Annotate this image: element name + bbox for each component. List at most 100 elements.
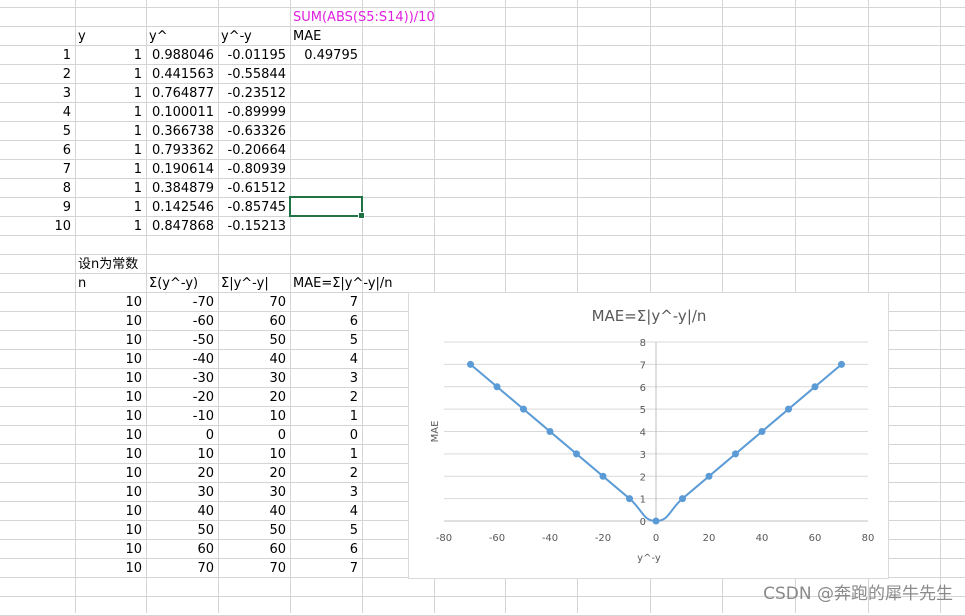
cell-n[interactable]: 10 <box>75 502 142 521</box>
cell-mae[interactable]: 6 <box>290 540 358 559</box>
cell-y[interactable]: 1 <box>75 84 142 103</box>
cell-y[interactable]: 1 <box>75 198 142 217</box>
row-index[interactable]: 3 <box>0 84 71 103</box>
cell-abs[interactable]: 20 <box>218 464 286 483</box>
cell-y[interactable]: 1 <box>75 141 142 160</box>
cell-diff[interactable]: -0.55844 <box>218 65 286 84</box>
cell-mae[interactable]: 4 <box>290 350 358 369</box>
cell-sum[interactable]: 40 <box>146 502 214 521</box>
header-y[interactable]: y <box>78 27 146 46</box>
selected-cell[interactable] <box>289 196 365 219</box>
cell-diff[interactable]: -0.80939 <box>218 160 286 179</box>
cell-sum[interactable]: -20 <box>146 388 214 407</box>
cell-yhat[interactable]: 0.441563 <box>146 65 214 84</box>
cell-y[interactable]: 1 <box>75 46 142 65</box>
cell-mae[interactable]: 4 <box>290 502 358 521</box>
cell-sum[interactable]: -60 <box>146 312 214 331</box>
cell-n[interactable]: 10 <box>75 350 142 369</box>
cell-n[interactable]: 10 <box>75 293 142 312</box>
cell-diff[interactable]: -0.85745 <box>218 198 286 217</box>
row-index[interactable]: 4 <box>0 103 71 122</box>
cell-abs[interactable]: 70 <box>218 559 286 578</box>
cell-yhat[interactable]: 0.764877 <box>146 84 214 103</box>
row-index[interactable]: 5 <box>0 122 71 141</box>
row-index[interactable]: 10 <box>0 217 71 236</box>
cell-n[interactable]: 10 <box>75 331 142 350</box>
cell-abs[interactable]: 30 <box>218 483 286 502</box>
cell-yhat[interactable]: 0.190614 <box>146 160 214 179</box>
cell-sum[interactable]: 20 <box>146 464 214 483</box>
cell-n[interactable]: 10 <box>75 407 142 426</box>
mae-chart[interactable]: 0 1 2 3 4 5 6 7 8 -80 -60 -40 -20 0 20 40 60 80 MAE=Σ|y^-y… <box>408 292 889 579</box>
cell-sum[interactable]: 30 <box>146 483 214 502</box>
cell-sum[interactable]: -30 <box>146 369 214 388</box>
fill-handle[interactable] <box>358 212 365 219</box>
cell-yhat[interactable]: 0.793362 <box>146 141 214 160</box>
cell-abs[interactable]: 40 <box>218 350 286 369</box>
cell-n[interactable]: 10 <box>75 369 142 388</box>
cell-mae[interactable]: 0 <box>290 426 358 445</box>
cell-y[interactable]: 1 <box>75 122 142 141</box>
cell-mae[interactable]: 6 <box>290 312 358 331</box>
cell-sum[interactable]: 10 <box>146 445 214 464</box>
cell-diff[interactable]: -0.23512 <box>218 84 286 103</box>
cell-abs[interactable]: 50 <box>218 331 286 350</box>
header-sum[interactable]: Σ(y^-y) <box>149 274 218 293</box>
cell-sum[interactable]: 50 <box>146 521 214 540</box>
cell-abs[interactable]: 0 <box>218 426 286 445</box>
table2-caption[interactable]: 设n为常数 <box>78 255 146 274</box>
cell-diff[interactable]: -0.89999 <box>218 103 286 122</box>
formula-note[interactable]: SUM(ABS(S5:S14))/10 <box>293 8 435 27</box>
cell-diff[interactable]: -0.20664 <box>218 141 286 160</box>
header-diff[interactable]: y^-y <box>221 27 290 46</box>
cell-yhat[interactable]: 0.142546 <box>146 198 214 217</box>
row-index[interactable]: 9 <box>0 198 71 217</box>
cell-mae[interactable]: 7 <box>290 293 358 312</box>
cell-diff[interactable]: -0.61512 <box>218 179 286 198</box>
cell-sum[interactable]: -50 <box>146 331 214 350</box>
cell-sum[interactable]: 60 <box>146 540 214 559</box>
header-abs[interactable]: Σ|y^-y| <box>221 274 290 293</box>
row-index[interactable]: 7 <box>0 160 71 179</box>
cell-diff[interactable]: -0.01195 <box>218 46 286 65</box>
cell-y[interactable]: 1 <box>75 65 142 84</box>
cell-mae[interactable]: 1 <box>290 407 358 426</box>
cell-sum[interactable]: 70 <box>146 559 214 578</box>
cell-abs[interactable]: 50 <box>218 521 286 540</box>
cell-yhat[interactable]: 0.384879 <box>146 179 214 198</box>
cell-n[interactable]: 10 <box>75 483 142 502</box>
cell-n[interactable]: 10 <box>75 559 142 578</box>
cell-n[interactable]: 10 <box>75 540 142 559</box>
header-mae[interactable]: MAE <box>293 27 362 46</box>
row-index[interactable]: 8 <box>0 179 71 198</box>
row-index[interactable]: 6 <box>0 141 71 160</box>
cell-abs[interactable]: 40 <box>218 502 286 521</box>
cell-mae[interactable]: 2 <box>290 388 358 407</box>
cell-sum[interactable]: -40 <box>146 350 214 369</box>
cell-abs[interactable]: 60 <box>218 540 286 559</box>
cell-diff[interactable]: -0.63326 <box>218 122 286 141</box>
row-index[interactable]: 1 <box>0 46 71 65</box>
cell-n[interactable]: 10 <box>75 445 142 464</box>
cell-mae[interactable]: 2 <box>290 464 358 483</box>
cell-mae[interactable]: 1 <box>290 445 358 464</box>
cell-sum[interactable]: 0 <box>146 426 214 445</box>
header-n[interactable]: n <box>78 274 146 293</box>
cell-mae-value[interactable]: 0.49795 <box>290 46 358 65</box>
cell-y[interactable]: 1 <box>75 160 142 179</box>
cell-abs[interactable]: 10 <box>218 407 286 426</box>
cell-abs[interactable]: 20 <box>218 388 286 407</box>
cell-mae[interactable]: 7 <box>290 559 358 578</box>
cell-abs[interactable]: 60 <box>218 312 286 331</box>
cell-n[interactable]: 10 <box>75 426 142 445</box>
cell-mae[interactable]: 3 <box>290 483 358 502</box>
row-index[interactable]: 2 <box>0 65 71 84</box>
cell-yhat[interactable]: 0.100011 <box>146 103 214 122</box>
cell-y[interactable]: 1 <box>75 179 142 198</box>
cell-diff[interactable]: -0.15213 <box>218 217 286 236</box>
cell-sum[interactable]: -70 <box>146 293 214 312</box>
cell-n[interactable]: 10 <box>75 388 142 407</box>
cell-y[interactable]: 1 <box>75 217 142 236</box>
cell-mae[interactable]: 5 <box>290 331 358 350</box>
header-yhat[interactable]: y^ <box>149 27 218 46</box>
